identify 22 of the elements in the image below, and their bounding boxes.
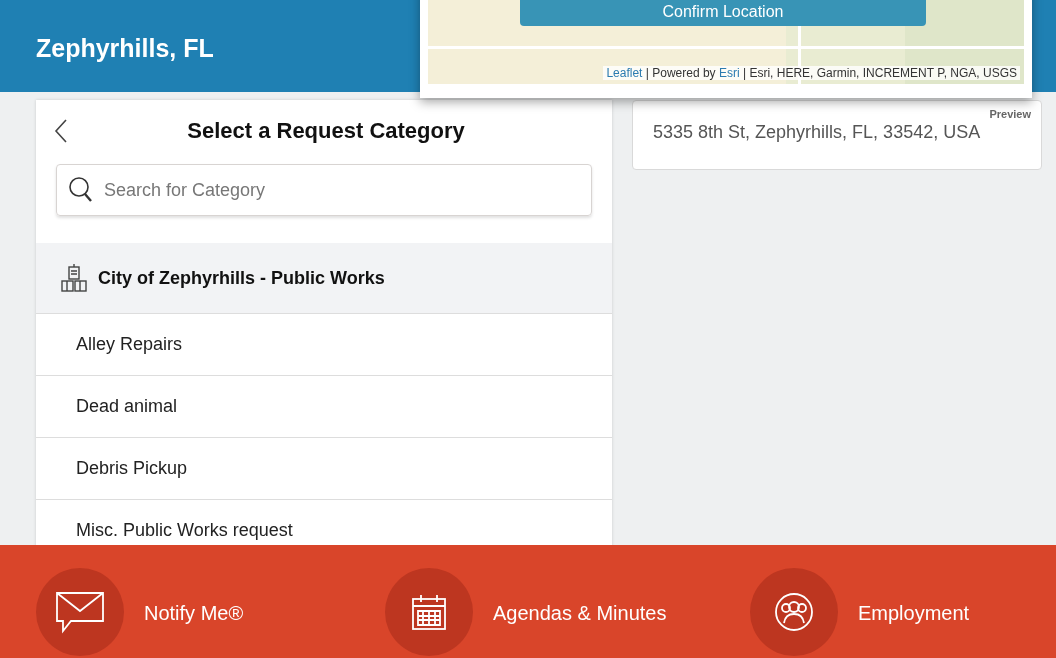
back-button[interactable]: [54, 118, 68, 144]
people-icon: [774, 592, 814, 632]
map-attribution: Leaflet | Powered by Esri | Esri, HERE, Garmin, INCREMENT P, NGA, USGS: [603, 66, 1020, 80]
preview-label: Preview: [989, 108, 1031, 120]
envelope-icon: [55, 589, 105, 635]
panel-title: Select a Request Category: [186, 118, 466, 144]
attribution-link[interactable]: Esri: [718, 66, 740, 80]
attribution-link[interactable]: Leaflet: [606, 66, 643, 80]
calendar-icon: [412, 594, 446, 630]
address-text: 5335 8th St, Zephyrhills, FL, 33542, USA: [653, 122, 982, 143]
category-item[interactable]: Debris Pickup: [36, 438, 612, 500]
category-item[interactable]: Alley Repairs: [36, 314, 612, 376]
search-field[interactable]: Search for Category: [56, 164, 592, 216]
footer-link[interactable]: Employment: [750, 568, 1056, 658]
footer-link[interactable]: Agendas & Minutes: [385, 568, 750, 658]
footer-link[interactable]: Notify Me®: [36, 568, 385, 658]
buildings-icon: [60, 263, 88, 293]
confirm-location-button[interactable]: Confirm Location: [520, 0, 926, 26]
page-title: Zephyrhills, FL: [36, 34, 214, 62]
category-group-header[interactable]: City of Zephyrhills - Public Works: [36, 243, 612, 314]
search-icon: [68, 176, 94, 204]
category-item[interactable]: Dead animal: [36, 376, 612, 438]
